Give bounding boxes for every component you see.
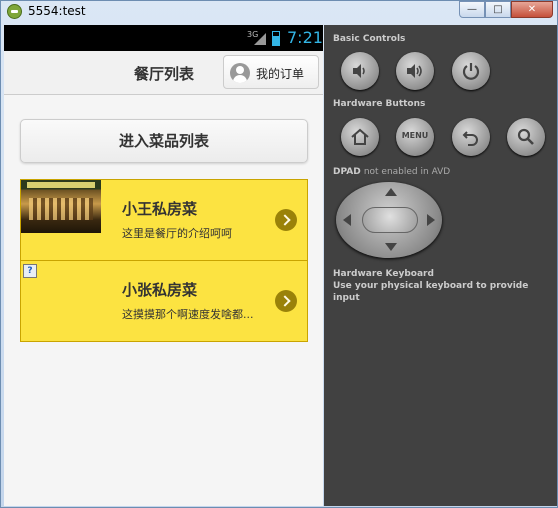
battery-icon bbox=[272, 31, 280, 46]
dpad-label: DPAD bbox=[333, 167, 361, 177]
keyboard-info: Hardware Keyboard Use your physical keyb… bbox=[333, 268, 557, 304]
dpad-up-icon bbox=[385, 188, 397, 196]
minimize-button[interactable]: — bbox=[459, 1, 485, 18]
emulator-window: 5554:test — □ ✕ 3G 7:21 餐厅列表 我的订单 进入菜品列表… bbox=[0, 0, 558, 508]
phone-screen: 3G 7:21 餐厅列表 我的订单 进入菜品列表 小王私房菜 这里是餐厅的介绍呵… bbox=[4, 25, 323, 506]
dpad-right-icon bbox=[427, 214, 435, 226]
signal-icon bbox=[254, 33, 266, 45]
dpad-center-button[interactable] bbox=[362, 207, 418, 233]
volume-up-button[interactable] bbox=[396, 52, 434, 90]
list-item[interactable]: 小王私房菜 这里是餐厅的介绍呵呵 bbox=[21, 180, 307, 261]
dpad-heading: DPAD not enabled in AVD bbox=[333, 167, 450, 177]
broken-image-icon: ? bbox=[23, 264, 37, 278]
restaurant-image bbox=[21, 180, 101, 233]
chevron-right-icon bbox=[275, 290, 297, 312]
volume-up-icon bbox=[407, 64, 422, 78]
volume-down-button[interactable] bbox=[341, 52, 379, 90]
my-orders-button[interactable]: 我的订单 bbox=[223, 55, 319, 89]
maximize-button[interactable]: □ bbox=[485, 1, 511, 18]
keyboard-heading: Hardware Keyboard bbox=[333, 269, 434, 279]
dpad[interactable] bbox=[336, 182, 442, 258]
restaurant-desc: 这里是餐厅的介绍呵呵 bbox=[122, 227, 232, 240]
dish-list-button[interactable]: 进入菜品列表 bbox=[20, 119, 308, 163]
dpad-left-icon bbox=[343, 214, 351, 226]
home-icon bbox=[351, 128, 369, 145]
my-orders-label: 我的订单 bbox=[256, 67, 305, 81]
search-icon bbox=[517, 128, 534, 145]
keyboard-note: Use your physical keyboard to provide in… bbox=[333, 281, 529, 303]
window-title: 5554:test bbox=[28, 4, 86, 18]
hardware-buttons-heading: Hardware Buttons bbox=[333, 99, 426, 109]
volume-down-icon bbox=[353, 64, 365, 78]
restaurant-list: 小王私房菜 这里是餐厅的介绍呵呵 ? 小张私房菜 这摸摸那个啊速度发啥都... bbox=[20, 179, 308, 342]
status-bar: 3G 7:21 bbox=[4, 25, 323, 51]
menu-label: MENU bbox=[401, 131, 429, 140]
list-item[interactable]: ? 小张私房菜 这摸摸那个啊速度发啥都... bbox=[21, 261, 307, 341]
status-time: 7:21 bbox=[287, 28, 323, 47]
emulator-controls: Basic Controls Hardware Buttons MENU DPA… bbox=[324, 25, 557, 506]
restaurant-desc: 这摸摸那个啊速度发啥都... bbox=[122, 308, 254, 321]
restaurant-name: 小王私房菜 bbox=[122, 200, 198, 218]
home-button[interactable] bbox=[341, 118, 379, 156]
basic-controls-heading: Basic Controls bbox=[333, 34, 406, 44]
android-icon bbox=[7, 4, 22, 19]
dpad-note: not enabled in AVD bbox=[363, 167, 451, 177]
app-header: 餐厅列表 我的订单 bbox=[4, 51, 323, 95]
power-icon bbox=[462, 63, 480, 80]
close-button[interactable]: ✕ bbox=[511, 1, 553, 18]
title-bar: 5554:test — □ ✕ bbox=[1, 1, 557, 23]
dpad-down-icon bbox=[385, 243, 397, 251]
user-icon bbox=[230, 63, 250, 83]
back-icon bbox=[462, 131, 478, 146]
restaurant-name: 小张私房菜 bbox=[122, 281, 198, 299]
page-title: 餐厅列表 bbox=[133, 65, 194, 83]
power-button[interactable] bbox=[452, 52, 490, 90]
search-button[interactable] bbox=[507, 118, 545, 156]
menu-button[interactable]: MENU bbox=[396, 118, 434, 156]
chevron-right-icon bbox=[275, 209, 297, 231]
back-button[interactable] bbox=[452, 118, 490, 156]
window-buttons: — □ ✕ bbox=[459, 1, 553, 18]
